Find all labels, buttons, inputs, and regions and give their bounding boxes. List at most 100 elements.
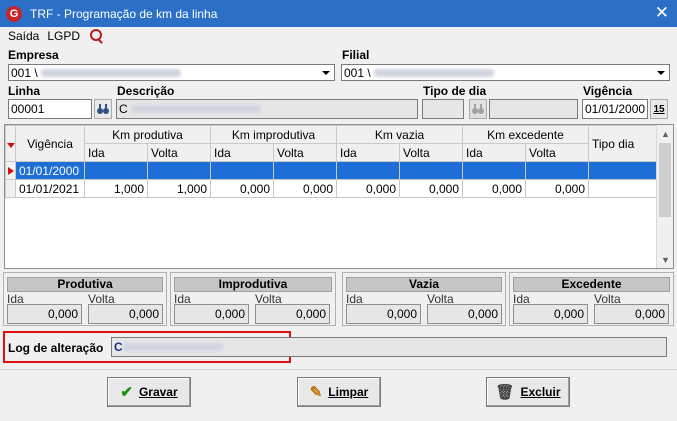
vigencia-input[interactable]: 01/01/2000 xyxy=(582,99,648,119)
cell-value[interactable]: 0,000 xyxy=(273,179,337,198)
tipo-dia-description xyxy=(489,99,578,119)
cell-value[interactable]: 0,000 xyxy=(399,179,463,198)
title-bar: G TRF - Programação de km da linha ✕ xyxy=(0,0,677,27)
filial-value: 001 \ xyxy=(344,65,371,80)
ida-value: 0,000 xyxy=(174,304,249,324)
totals-title: Improdutiva xyxy=(174,277,332,292)
broom-icon: ✎ xyxy=(309,384,323,401)
descricao-field: C xyxy=(116,99,418,119)
linha-lookup-button[interactable] xyxy=(94,99,112,119)
menu-bar: Saída LGPD xyxy=(0,27,677,45)
search-icon[interactable] xyxy=(90,29,104,43)
col-tipo-dia[interactable]: Tipo dia xyxy=(588,125,661,162)
cell-tipo[interactable] xyxy=(588,161,661,180)
filial-select[interactable]: 001 \ xyxy=(341,64,670,81)
cell-tipo[interactable] xyxy=(588,179,661,198)
col-vigencia[interactable]: Vigência xyxy=(15,125,85,162)
subcol-ida[interactable]: Ida xyxy=(336,143,400,162)
cell-value[interactable]: 0,000 xyxy=(210,179,274,198)
subcol-ida[interactable]: Ida xyxy=(84,143,148,162)
empresa-label: Empresa xyxy=(8,48,59,62)
row-indicator xyxy=(5,161,16,180)
totals-produtiva: Produtiva Ida Volta 0,000 0,000 xyxy=(3,272,167,326)
cell-value[interactable] xyxy=(525,161,589,180)
close-button[interactable]: ✕ xyxy=(655,3,669,23)
subcol-ida[interactable]: Ida xyxy=(462,143,526,162)
vigencia-label: Vigência xyxy=(583,84,633,98)
excluir-button[interactable]: 🗑 Excluir xyxy=(486,377,570,407)
check-icon: ✔ xyxy=(120,384,133,401)
current-row-icon xyxy=(7,166,14,175)
scroll-down-icon[interactable]: ▼ xyxy=(657,251,673,268)
redacted-text xyxy=(131,105,262,113)
volta-value: 0,000 xyxy=(427,304,502,324)
cell-value[interactable]: 0,000 xyxy=(525,179,589,198)
limpar-label: Limpar xyxy=(328,385,369,399)
tipo-dia-lookup-button[interactable] xyxy=(469,99,487,119)
grid-corner xyxy=(5,125,16,162)
cell-value[interactable]: 1,000 xyxy=(84,179,148,198)
menu-lgpd[interactable]: LGPD xyxy=(47,29,80,43)
cell-vigencia[interactable]: 01/01/2021 xyxy=(15,179,85,198)
volta-value: 0,000 xyxy=(88,304,163,324)
cell-value[interactable] xyxy=(336,161,400,180)
linha-label: Linha xyxy=(8,84,40,98)
subcol-volta[interactable]: Volta xyxy=(399,143,463,162)
redacted-text xyxy=(374,69,495,78)
subcol-volta[interactable]: Volta xyxy=(525,143,589,162)
subcol-volta[interactable]: Volta xyxy=(273,143,337,162)
km-grid: Vigência Km produtiva Km improdutiva Km … xyxy=(4,124,674,269)
cell-value[interactable]: 0,000 xyxy=(336,179,400,198)
window-title: TRF - Programação de km da linha xyxy=(30,6,218,21)
cell-value[interactable] xyxy=(273,161,337,180)
excluir-label: Excluir xyxy=(520,385,561,399)
cell-value[interactable]: 0,000 xyxy=(462,179,526,198)
totals-vazia: Vazia Ida Volta 0,000 0,000 xyxy=(342,272,506,326)
cell-value[interactable]: 1,000 xyxy=(147,179,211,198)
scroll-up-icon[interactable]: ▲ xyxy=(657,125,673,142)
volta-value: 0,000 xyxy=(594,304,669,324)
limpar-button[interactable]: ✎ Limpar xyxy=(297,377,381,407)
app-icon: G xyxy=(6,5,22,22)
totals-title: Produtiva xyxy=(7,277,163,292)
log-label: Log de alteração xyxy=(8,341,104,355)
cell-value[interactable] xyxy=(147,161,211,180)
col-km-excedente[interactable]: Km excedente xyxy=(462,125,589,144)
table-row[interactable]: 01/01/2021 1,000 1,000 0,000 0,000 0,000… xyxy=(5,179,661,198)
totals-title: Excedente xyxy=(513,277,670,292)
totals-improdutiva: Improdutiva Ida Volta 0,000 0,000 xyxy=(170,272,336,326)
binoculars-icon xyxy=(472,104,484,114)
gravar-button[interactable]: ✔ Gravar xyxy=(107,377,191,407)
col-km-produtiva[interactable]: Km produtiva xyxy=(84,125,211,144)
descricao-label: Descrição xyxy=(117,84,175,98)
chevron-down-icon[interactable] xyxy=(318,65,334,80)
log-field: C xyxy=(111,337,667,357)
table-row[interactable]: 01/01/2000 xyxy=(5,161,661,180)
totals-excedente: Excedente Ida Volta 0,000 0,000 xyxy=(509,272,674,326)
empresa-select[interactable]: 001 \ xyxy=(8,64,335,81)
col-km-improdutiva[interactable]: Km improdutiva xyxy=(210,125,337,144)
divider xyxy=(0,369,677,370)
scroll-thumb[interactable] xyxy=(659,143,671,217)
vertical-scrollbar[interactable]: ▲ ▼ xyxy=(656,125,673,268)
cell-value[interactable] xyxy=(399,161,463,180)
chevron-down-icon[interactable] xyxy=(653,65,669,80)
trash-icon: 🗑 xyxy=(495,384,515,401)
col-km-vazia[interactable]: Km vazia xyxy=(336,125,463,144)
cell-value[interactable] xyxy=(84,161,148,180)
menu-saida[interactable]: Saída xyxy=(8,29,39,43)
subcol-ida[interactable]: Ida xyxy=(210,143,274,162)
empresa-value: 001 \ xyxy=(11,65,38,80)
linha-input[interactable]: 00001 xyxy=(8,99,92,119)
ida-value: 0,000 xyxy=(7,304,82,324)
volta-value: 0,000 xyxy=(255,304,330,324)
ida-value: 0,000 xyxy=(346,304,421,324)
calendar-button[interactable]: 15 xyxy=(650,99,668,119)
subcol-volta[interactable]: Volta xyxy=(147,143,211,162)
log-value: C xyxy=(114,340,123,354)
cell-value[interactable] xyxy=(210,161,274,180)
cell-vigencia[interactable]: 01/01/2000 xyxy=(15,161,85,180)
redacted-text xyxy=(41,69,182,78)
cell-value[interactable] xyxy=(462,161,526,180)
redacted-text xyxy=(122,343,223,351)
